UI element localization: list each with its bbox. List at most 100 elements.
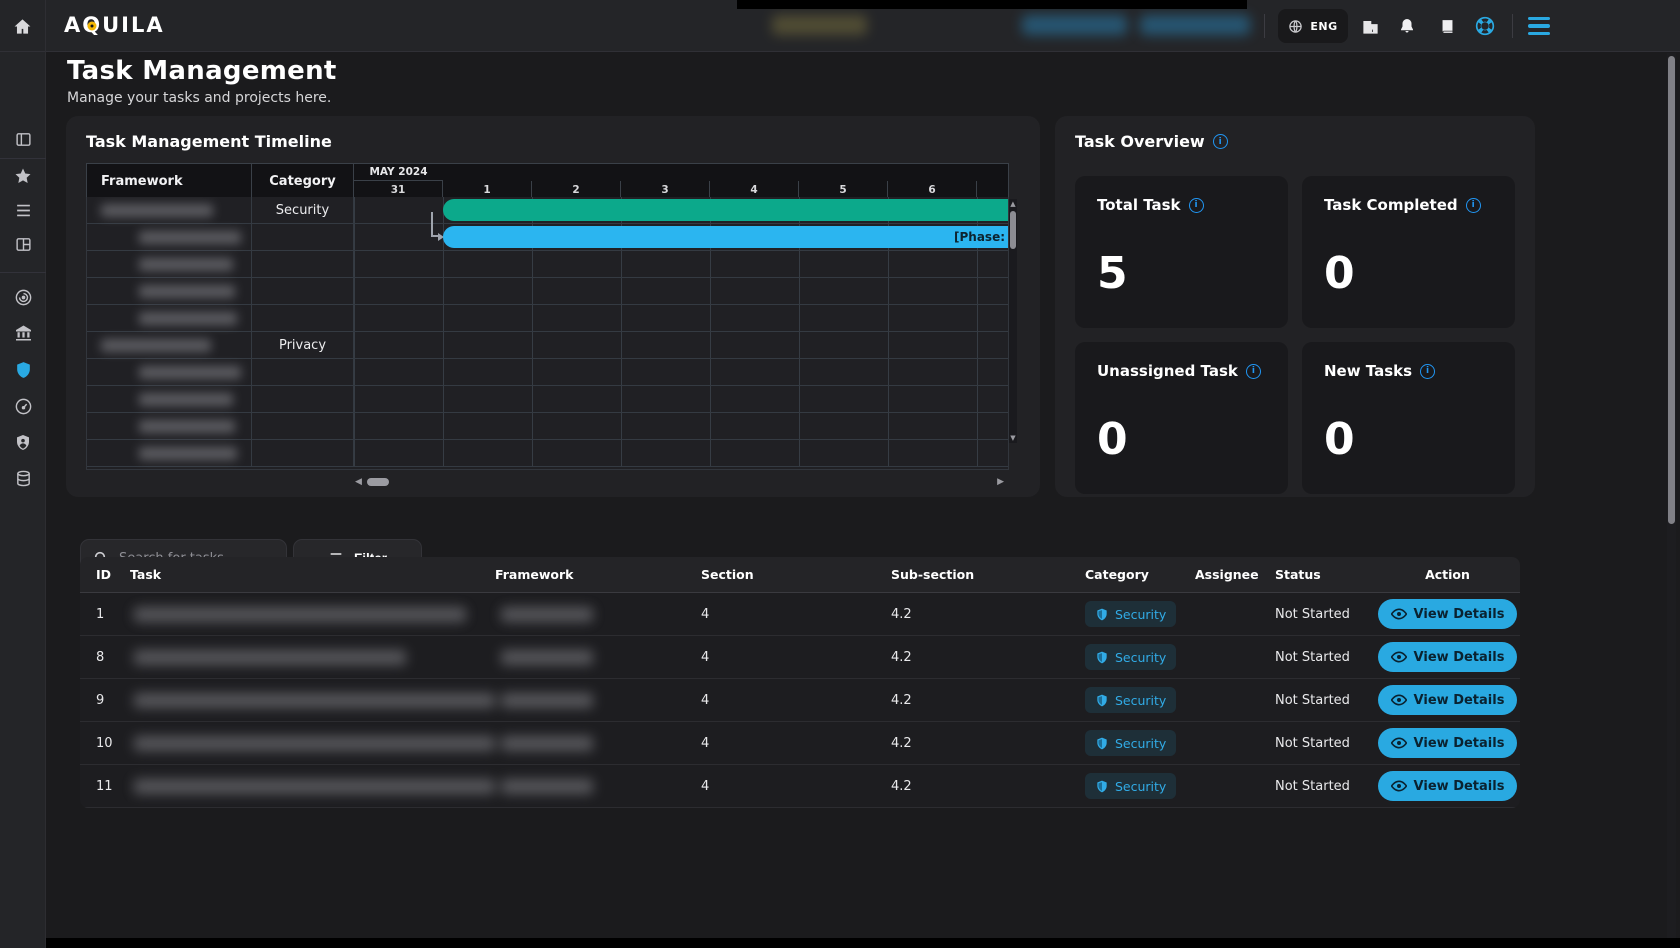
institution-bank-icon [14, 324, 33, 342]
timeline-panel-title: Task Management Timeline [86, 132, 332, 151]
gauge-icon [14, 397, 33, 416]
view-details-button[interactable]: View Details [1378, 728, 1518, 758]
page-scroll-thumb[interactable] [1668, 56, 1675, 524]
sidebar-item-database[interactable] [0, 463, 46, 493]
redacted-framework-label [139, 258, 233, 271]
table-row[interactable]: 1044.2SecurityNot StartedView Details [80, 722, 1520, 765]
gantt-day-label-partial [977, 181, 1010, 198]
gantt-framework-cell [87, 224, 252, 250]
redacted-topbar-link-1[interactable] [1022, 15, 1127, 35]
info-icon[interactable]: i [1246, 364, 1261, 379]
gantt-chart-cell [354, 359, 1009, 385]
cell-framework [495, 607, 695, 622]
info-icon[interactable]: i [1420, 364, 1435, 379]
cell-id: 9 [80, 693, 130, 708]
sidebar-item-panel-left[interactable] [0, 124, 46, 154]
gantt-row [87, 251, 1009, 278]
organization-building-icon[interactable] [1360, 16, 1380, 36]
redacted-task-name [134, 779, 495, 794]
table-row[interactable]: 944.2SecurityNot StartedView Details [80, 679, 1520, 722]
card-value: 0 [1097, 414, 1266, 465]
column-header-task: Task [130, 567, 495, 582]
gantt-scroll-down-arrow[interactable]: ▼ [1009, 434, 1017, 442]
task-table: ID Task Framework Section Sub-section Ca… [80, 557, 1520, 808]
eye-icon [1391, 608, 1407, 620]
redacted-framework-label [139, 393, 233, 406]
cell-section: 4 [695, 779, 885, 794]
gantt-category-cell [252, 278, 354, 304]
info-icon[interactable]: i [1466, 198, 1481, 213]
gantt-framework-cell [87, 197, 252, 223]
gantt-framework-cell [87, 305, 252, 331]
timeline-panel: Task Management Timeline Framework Categ… [66, 116, 1040, 497]
gantt-chart-cell [354, 251, 1009, 277]
gantt-bar-label: [Phase: [954, 230, 1005, 244]
redacted-task-name [134, 736, 495, 751]
redacted-task-name [134, 650, 406, 665]
sidebar-divider-2 [0, 272, 46, 273]
cell-action: View Details [1375, 728, 1520, 758]
redacted-task-name [134, 693, 495, 708]
category-badge: Security [1085, 687, 1176, 713]
star-icon [14, 167, 32, 185]
gantt-scroll-up-arrow[interactable]: ▲ [1009, 200, 1017, 208]
gantt-bar-phase-group[interactable] [443, 199, 1009, 221]
view-details-button[interactable]: View Details [1378, 642, 1518, 672]
table-row[interactable]: 144.2SecurityNot StartedView Details [80, 593, 1520, 636]
view-details-button[interactable]: View Details [1378, 685, 1518, 715]
layout-grid-icon [15, 236, 32, 253]
sidebar-item-security-active[interactable] [0, 355, 46, 385]
view-details-label: View Details [1414, 779, 1505, 794]
list-menu-icon [15, 203, 32, 218]
sidebar [0, 52, 46, 948]
sidebar-item-shield-user[interactable] [0, 427, 46, 457]
table-row[interactable]: 1144.2SecurityNot StartedView Details [80, 765, 1520, 808]
gantt-category-header: Category [252, 164, 354, 198]
menu-icon[interactable] [1528, 17, 1550, 35]
cell-task [130, 693, 495, 708]
gantt-framework-cell [87, 332, 252, 358]
info-icon[interactable]: i [1189, 198, 1204, 213]
gantt-category-cell [252, 440, 354, 466]
view-details-button[interactable]: View Details [1378, 599, 1518, 629]
card-value: 5 [1097, 248, 1266, 299]
logo-eye-pupil [91, 25, 94, 28]
sidebar-item-layout[interactable] [0, 229, 46, 259]
gantt-vertical-scroll-thumb[interactable] [1010, 211, 1016, 249]
gantt-horizontal-scrollbar[interactable]: ◀ ▶ [355, 476, 1010, 488]
category-badge: Security [1085, 730, 1176, 756]
page-title: Task Management [67, 56, 337, 86]
cell-status: Not Started [1275, 736, 1375, 751]
gantt-scroll-left-arrow[interactable]: ◀ [355, 478, 362, 487]
sidebar-item-list[interactable] [0, 195, 46, 225]
support-lifebuoy-icon[interactable] [1475, 16, 1495, 36]
notifications-bell-icon[interactable] [1397, 16, 1417, 36]
column-header-action: Action [1375, 567, 1520, 582]
gantt-vertical-scrollbar[interactable]: ▲ ▼ [1009, 199, 1017, 443]
gantt-chart-cell [354, 197, 1009, 223]
topbar-separator [1264, 14, 1265, 38]
eye-icon [1391, 694, 1407, 706]
view-details-button[interactable]: View Details [1378, 771, 1518, 801]
language-selector[interactable]: ENG [1278, 9, 1348, 43]
redacted-topbar-link-2[interactable] [1140, 15, 1250, 35]
gantt-chart-cell [354, 332, 1009, 358]
sidebar-item-favorites[interactable] [0, 161, 46, 191]
sidebar-item-institution[interactable] [0, 318, 46, 348]
knowledge-book-icon[interactable] [1437, 16, 1457, 36]
home-button[interactable] [0, 0, 46, 52]
brand-logo: AQUILA [64, 13, 165, 37]
sidebar-item-target[interactable] [0, 282, 46, 312]
gantt-scroll-right-arrow[interactable]: ▶ [997, 478, 1004, 487]
table-row[interactable]: 844.2SecurityNot StartedView Details [80, 636, 1520, 679]
view-details-label: View Details [1414, 736, 1505, 751]
gantt-framework-cell [87, 251, 252, 277]
sidebar-item-gauge[interactable] [0, 391, 46, 421]
shield-icon [1095, 650, 1109, 665]
redacted-framework-name [501, 736, 593, 751]
gantt-bar-phase-task[interactable]: [Phase: [443, 226, 1009, 248]
gantt-horizontal-scroll-thumb[interactable] [367, 478, 389, 486]
page-scrollbar[interactable] [1667, 53, 1676, 948]
gantt-chart-cell: [Phase: [354, 224, 1009, 250]
info-icon[interactable]: i [1213, 134, 1228, 149]
